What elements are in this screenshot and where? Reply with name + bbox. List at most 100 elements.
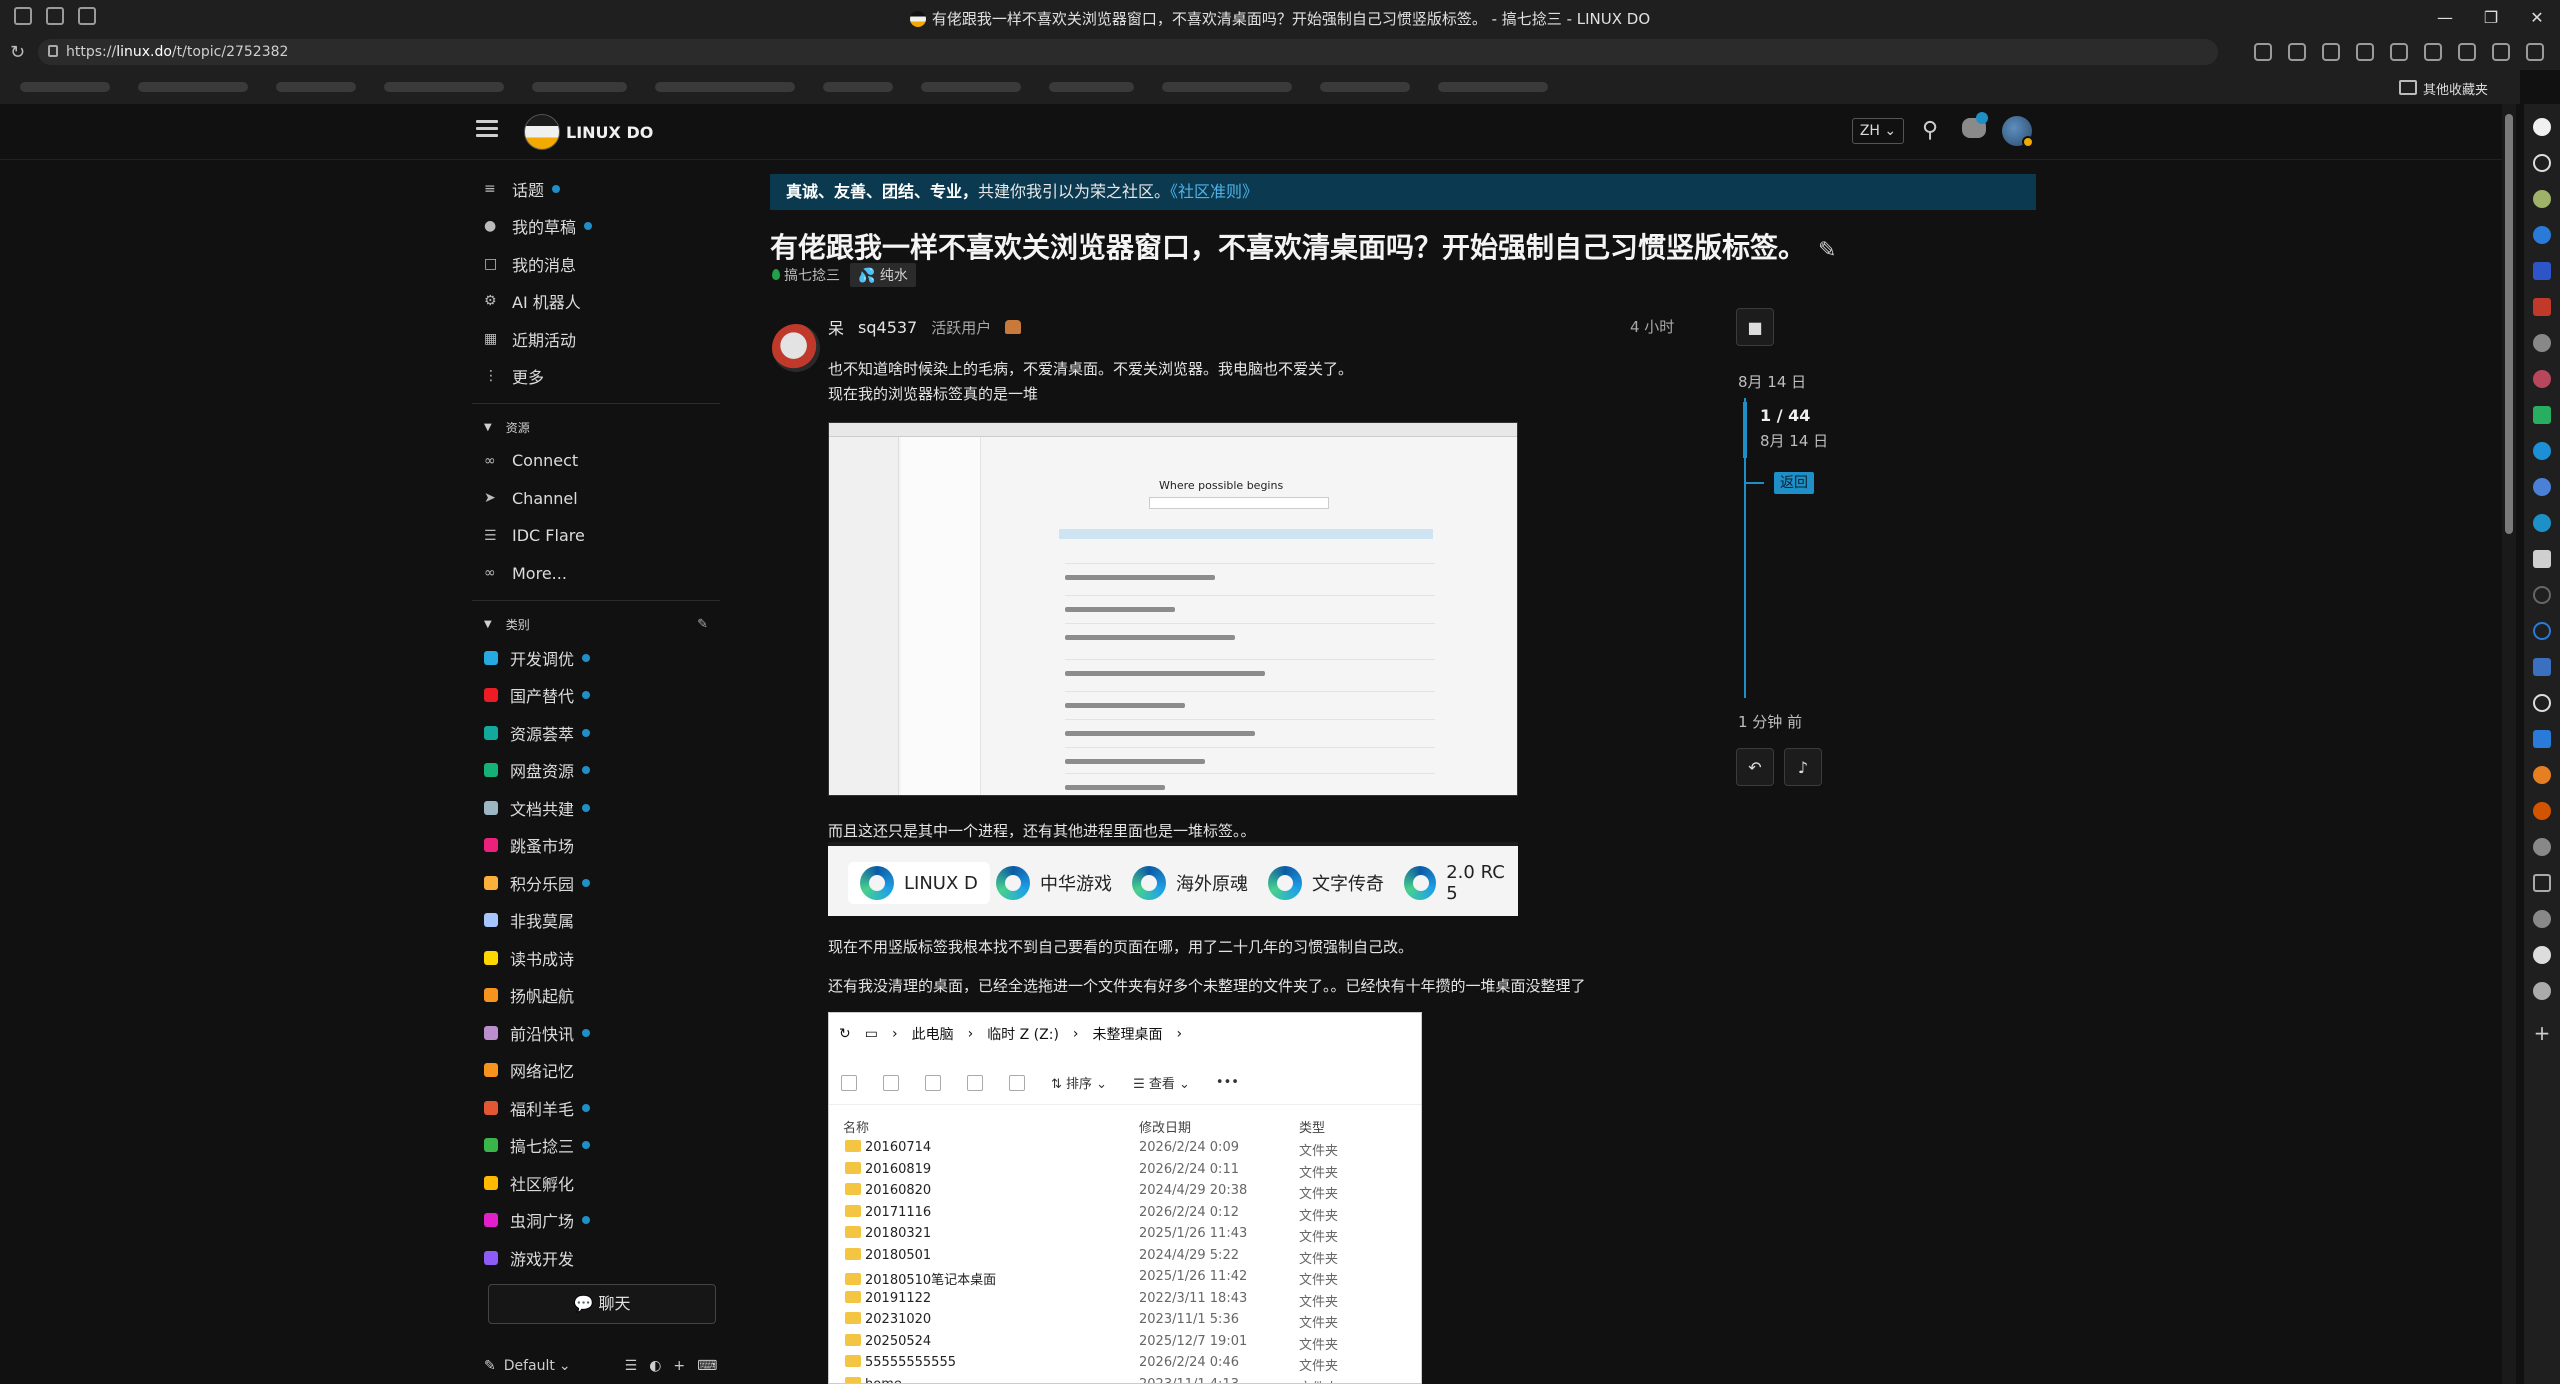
chat-button[interactable]: 💬 聊天 (488, 1284, 716, 1324)
settings-more-icon[interactable] (2492, 43, 2510, 61)
app-icon[interactable] (2533, 730, 2551, 748)
sidebar-resource-item[interactable]: ∞ Connect (472, 442, 720, 480)
theme-selector[interactable]: Default (504, 1358, 555, 1374)
sidebar-item[interactable]: □ 我的消息 (472, 245, 720, 283)
timeline-handle[interactable] (1743, 402, 1747, 458)
app-icon[interactable] (2533, 622, 2551, 640)
close-icon[interactable]: ✕ (2514, 0, 2560, 34)
sidebar-category-item[interactable]: 国产替代 (472, 677, 720, 715)
url-field[interactable]: https://linux.do/t/topic/2752382 (38, 39, 2218, 65)
sidebar-category-item[interactable]: 跳蚤市场 (472, 827, 720, 865)
app-icon[interactable] (2533, 766, 2551, 784)
brush-icon[interactable]: ✎ (484, 1358, 496, 1374)
back-arrow-icon[interactable] (2526, 43, 2544, 61)
sidebar-category-item[interactable]: 前沿快讯 (472, 1014, 720, 1052)
post-image-explorer-screenshot[interactable]: ↻ ▭ › 此电脑 › 临时 Z (Z:) › 未整理桌面 › ⇅ 排序 ⌄ ☰… (828, 1012, 1422, 1384)
app-icon[interactable] (2533, 658, 2551, 676)
categories-section-header[interactable]: ▼ 类别 ✎ (472, 609, 720, 639)
notification-bell-icon[interactable]: ♪ (1784, 748, 1822, 786)
edit-categories-icon[interactable]: ✎ (697, 617, 708, 632)
sidebar-category-item[interactable]: 资源荟萃 (472, 714, 720, 752)
post-author-avatar[interactable] (772, 324, 820, 372)
page-scrollbar[interactable] (2502, 104, 2516, 1384)
app-icon[interactable] (2533, 874, 2551, 892)
linuxdo-app-icon[interactable] (2533, 118, 2551, 136)
browser-profile-icon[interactable] (2458, 43, 2476, 61)
split-screen-icon[interactable] (2254, 43, 2272, 61)
resources-section-header[interactable]: ▼ 资源 (472, 412, 720, 442)
topic-category[interactable]: 搞七捻三 (772, 265, 840, 285)
sidebar-item[interactable]: ≡ 话题 (472, 170, 720, 208)
timeline-end-date[interactable]: 1 分钟 前 (1738, 711, 1802, 732)
sidebar-item[interactable]: ● 我的草稿 (472, 208, 720, 246)
guidelines-link[interactable]: 《社区准则》 (1170, 182, 1258, 201)
app-icon[interactable] (2533, 550, 2551, 568)
minimize-icon[interactable]: — (2422, 0, 2468, 34)
sidebar-category-item[interactable]: 积分乐园 (472, 864, 720, 902)
sidebar-resource-item[interactable]: ➤ Channel (472, 480, 720, 518)
search-icon[interactable]: ⚲ (1922, 118, 1938, 143)
reading-view-icon[interactable] (2288, 43, 2306, 61)
edit-title-icon[interactable]: ✎ (1818, 238, 1836, 263)
chevron-down-icon[interactable]: ⌄ (559, 1358, 571, 1374)
topic-tag[interactable]: 💦 纯水 (850, 263, 916, 287)
sidebar-category-item[interactable]: 扬帆起航 (472, 977, 720, 1015)
keyboard-icon[interactable]: ⌨ (697, 1358, 717, 1374)
topic-admin-button[interactable]: ■ (1736, 308, 1774, 346)
sidebar-resource-item[interactable]: ☰ IDC Flare (472, 517, 720, 555)
sidebar-category-item[interactable]: 虫洞广场 (472, 1202, 720, 1240)
scrollbar-thumb[interactable] (2505, 114, 2513, 534)
blurred-bookmarks[interactable] (20, 82, 1548, 92)
github-icon[interactable] (2533, 838, 2551, 856)
globe-icon[interactable] (2533, 586, 2551, 604)
sidebar-category-item[interactable]: 游戏开发 (472, 1239, 720, 1277)
app-icon[interactable] (2533, 442, 2551, 460)
sidebar-item[interactable]: ▦ 近期活动 (472, 320, 720, 358)
dark-mode-icon[interactable]: ◐ (649, 1358, 661, 1374)
lock-icon[interactable] (48, 45, 58, 57)
github-icon[interactable] (2533, 946, 2551, 964)
github-icon[interactable] (2533, 334, 2551, 352)
app-icon[interactable] (2533, 190, 2551, 208)
site-logo[interactable] (524, 114, 560, 150)
app-icon[interactable] (2533, 982, 2551, 1000)
sidebar-category-item[interactable]: 读书成诗 (472, 939, 720, 977)
sidebar-category-item[interactable]: 搞七捻三 (472, 1127, 720, 1165)
timeline-start-date[interactable]: 8月 14 日 (1738, 371, 1806, 392)
globe-icon[interactable] (2533, 694, 2551, 712)
sidebar-category-item[interactable]: 文档共建 (472, 789, 720, 827)
maximize-icon[interactable]: ❐ (2468, 0, 2514, 34)
sidebar-category-item[interactable]: 网络记忆 (472, 1052, 720, 1090)
app-icon[interactable] (2533, 406, 2551, 424)
post-author-username[interactable]: sq4537 (858, 318, 917, 337)
sidebar-item[interactable]: ⚙ AI 机器人 (472, 283, 720, 321)
sidebar-category-item[interactable]: 网盘资源 (472, 752, 720, 790)
reload-icon[interactable]: ↻ (10, 42, 25, 63)
collections-icon[interactable] (2424, 43, 2442, 61)
post-date[interactable]: 4 小时 (1630, 316, 1674, 337)
topic-title[interactable]: 有佬跟我一样不喜欢关浏览器窗口，不喜欢清桌面吗？开始强制自己习惯竖版标签。 (770, 231, 1806, 264)
app-icon[interactable] (2533, 802, 2551, 820)
filter-icon[interactable]: ☰ (625, 1358, 638, 1374)
app-icon[interactable] (2533, 226, 2551, 244)
sidebar-category-item[interactable]: 社区孵化 (472, 1164, 720, 1202)
app-icon[interactable] (2533, 514, 2551, 532)
reply-button[interactable]: ↶ (1736, 748, 1774, 786)
add-icon[interactable]: + (673, 1358, 685, 1374)
site-logo-text[interactable]: LINUX DO (566, 123, 653, 142)
sidebar-category-item[interactable]: 福利羊毛 (472, 1089, 720, 1127)
language-switcher[interactable]: ZH ⌄ (1852, 118, 1904, 144)
gmail-icon[interactable] (2533, 298, 2551, 316)
extension-icon[interactable] (2356, 43, 2374, 61)
timeline-back-button[interactable]: 返回 (1774, 472, 1814, 494)
globe-icon[interactable] (2533, 154, 2551, 172)
app-icon[interactable] (2533, 478, 2551, 496)
app-icon[interactable] (2533, 370, 2551, 388)
sidebar-item[interactable]: ⋮ 更多 (472, 358, 720, 396)
refresh-extension-icon[interactable] (2390, 43, 2408, 61)
favorite-star-icon[interactable] (2322, 43, 2340, 61)
post-author-name[interactable]: 呆 (828, 315, 844, 339)
app-icon[interactable] (2533, 262, 2551, 280)
hamburger-menu-icon[interactable] (476, 120, 498, 138)
sidebar-category-item[interactable]: 开发调优 (472, 639, 720, 677)
